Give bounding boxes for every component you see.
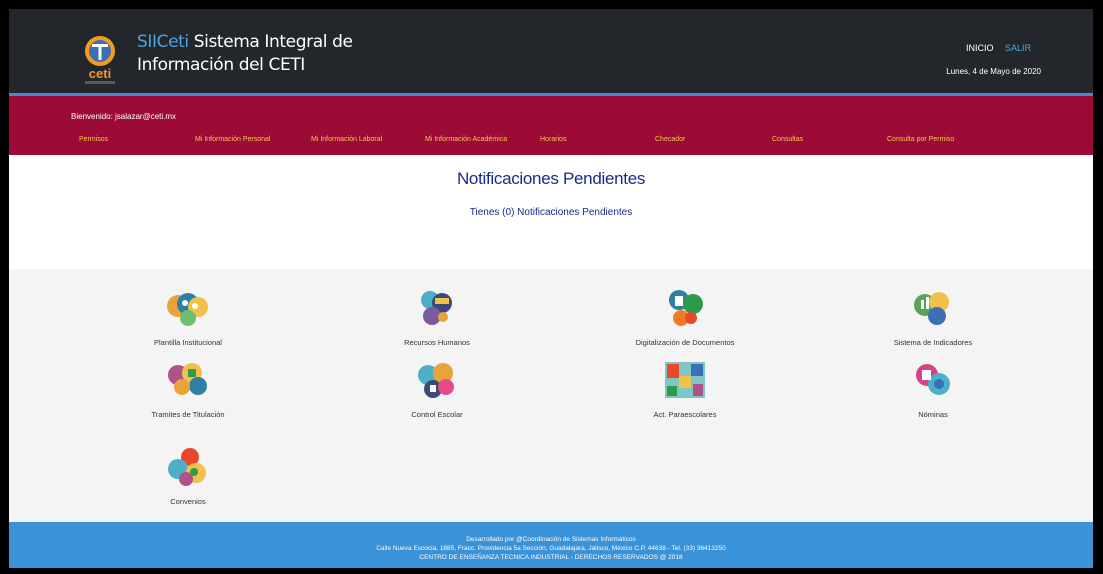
recursos-humanos-icon — [421, 291, 452, 325]
modules-grid: Plantilla Institucional Recursos Humanos… — [9, 269, 1093, 522]
nominas-icon — [916, 364, 950, 395]
nav-item-informacion-personal[interactable]: Mi Información Personal — [195, 136, 270, 143]
brand-line1: Sistema Integral de — [188, 32, 353, 52]
nav-item-informacion-laboral[interactable]: Mi Información Laboral — [311, 136, 382, 143]
module-label: Nóminas — [918, 410, 948, 419]
footer-rights: CENTRO DE ENSEÑANZA TECNICA INDUSTRIAL -… — [419, 554, 683, 561]
notifications-section: Notificaciones Pendientes Tienes (0) Not… — [9, 155, 1093, 269]
module-plantilla-institucional[interactable]: Plantilla Institucional — [78, 288, 298, 347]
module-sistema-indicadores[interactable]: Sistema de Indicadores — [823, 288, 1043, 347]
main-nav: Bienvenido: jsalazar@ceti.mx Permisos Mi… — [9, 96, 1093, 155]
logo-text: ceti — [89, 66, 111, 81]
digitalizacion-icon — [669, 290, 703, 326]
paraescolares-icon — [665, 362, 705, 398]
module-digitalizacion-documentos[interactable]: Digitalización de Documentos — [575, 288, 795, 347]
site-header: ceti SIICeti Sistema Integral de Informa… — [9, 9, 1093, 96]
module-label: Tramites de Titulación — [151, 410, 225, 419]
module-act-paraescolares[interactable]: Act. Paraescolares — [575, 360, 795, 419]
ceti-logo[interactable]: ceti — [81, 34, 119, 86]
module-label: Convenios — [170, 497, 206, 506]
module-convenios[interactable]: Convenios — [78, 447, 298, 506]
nav-item-horarios[interactable]: Horarios — [540, 136, 566, 143]
nav-item-checador[interactable]: Checador — [655, 136, 685, 143]
module-label: Digitalización de Documentos — [635, 338, 735, 347]
inicio-link[interactable]: INICIO — [966, 43, 994, 53]
brand-acronym: SIICeti — [137, 32, 189, 52]
nav-menu: Permisos Mi Información Personal Mi Info… — [9, 136, 1093, 150]
titulacion-icon — [168, 363, 207, 395]
welcome-text: Bienvenido: jsalazar@ceti.mx — [71, 112, 177, 121]
indicadores-icon — [914, 292, 949, 325]
nav-item-consultas[interactable]: Consultas — [772, 136, 803, 143]
nav-item-consulta-permiso[interactable]: Consulta por Permiso — [887, 136, 954, 143]
module-label: Act. Paraescolares — [653, 410, 717, 419]
brand-line2: Información del CETI — [137, 55, 305, 75]
module-recursos-humanos[interactable]: Recursos Humanos — [327, 288, 547, 347]
browser-viewport: ceti SIICeti Sistema Integral de Informa… — [9, 9, 1093, 568]
module-label: Sistema de Indicadores — [893, 338, 973, 347]
nav-item-informacion-academica[interactable]: Mi Información Académica — [425, 136, 507, 143]
control-escolar-icon — [418, 363, 454, 398]
convenios-icon — [168, 448, 206, 486]
notifications-message: Tienes (0) Notificaciones Pendientes — [469, 207, 633, 218]
module-nominas[interactable]: Nóminas — [823, 360, 1043, 419]
plantilla-icon — [167, 293, 208, 326]
module-label: Control Escolar — [411, 410, 463, 419]
site-footer: Desarrollado por @Coordinación de Sistem… — [9, 522, 1093, 568]
current-date: Lunes, 4 de Mayo de 2020 — [946, 67, 1041, 76]
module-tramites-titulacion[interactable]: Tramites de Titulación — [78, 360, 298, 419]
notifications-title: Notificaciones Pendientes — [456, 169, 646, 188]
top-links: INICIO SALIR — [957, 43, 1031, 53]
module-control-escolar[interactable]: Control Escolar — [327, 360, 547, 419]
footer-credits: Desarrollado por @Coordinación de Sistem… — [466, 536, 636, 543]
site-title: SIICeti Sistema Integral de Información … — [137, 31, 353, 77]
footer-address: Calle Nueva Escocia, 1885, Fracc. Provid… — [376, 545, 726, 552]
salir-link[interactable]: SALIR — [1005, 43, 1031, 53]
module-label: Plantilla Institucional — [154, 338, 222, 347]
module-label: Recursos Humanos — [404, 338, 470, 347]
nav-item-permisos[interactable]: Permisos — [79, 136, 108, 143]
